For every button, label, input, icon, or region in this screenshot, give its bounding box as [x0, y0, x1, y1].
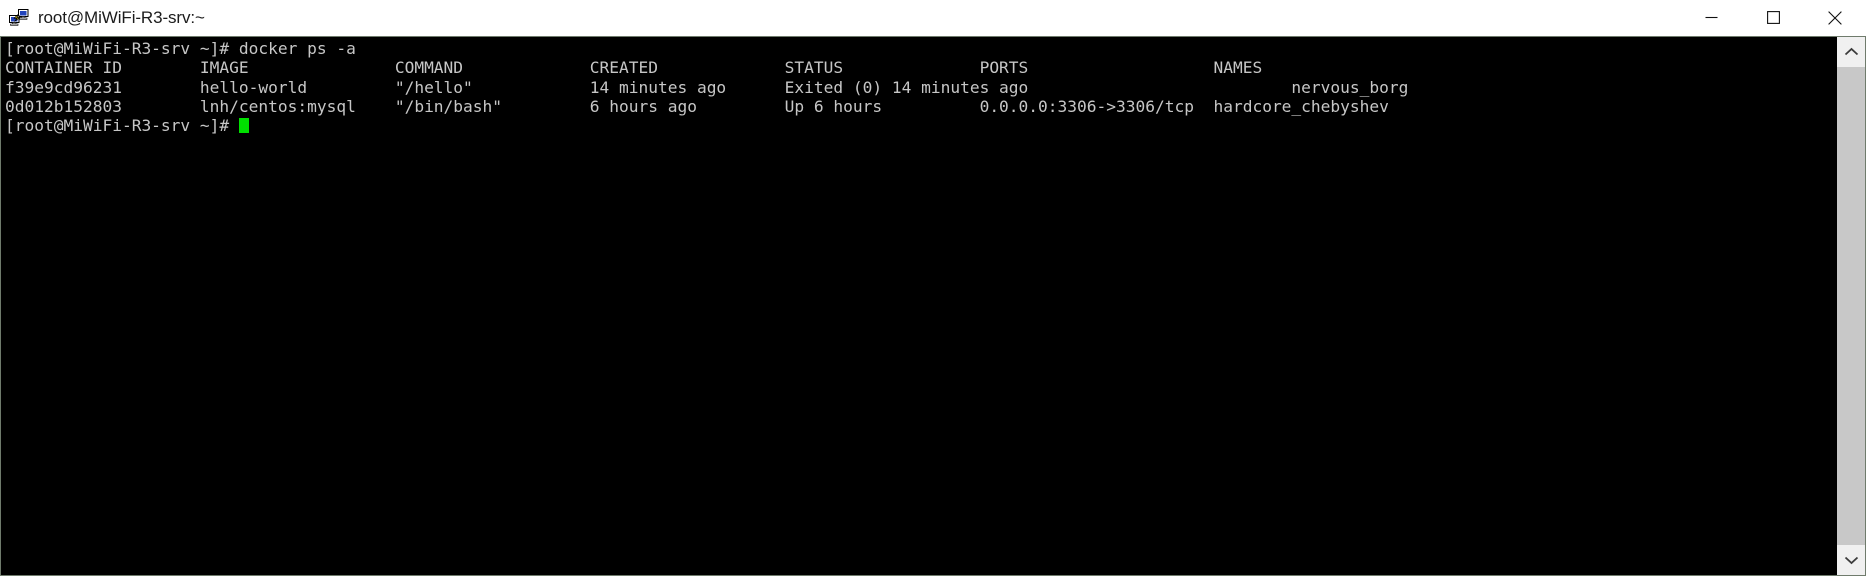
maximize-button[interactable] [1742, 0, 1804, 36]
scrollbar-down-button[interactable] [1837, 545, 1865, 575]
terminal-scrollbar[interactable] [1836, 37, 1865, 575]
window-controls [1680, 0, 1866, 36]
putty-terminal-window: root@MiWiFi-R3-srv:~ [root@MiWiFi-R3-srv… [0, 0, 1866, 576]
putty-computers-icon [9, 8, 29, 27]
scrollbar-up-button[interactable] [1837, 37, 1865, 67]
title-bar[interactable]: root@MiWiFi-R3-srv:~ [0, 0, 1866, 36]
terminal-cursor [238, 118, 249, 134]
window-title: root@MiWiFi-R3-srv:~ [38, 7, 205, 27]
terminal-area: [root@MiWiFi-R3-srv ~]# docker ps -a CON… [0, 36, 1866, 576]
terminal-output: [root@MiWiFi-R3-srv ~]# docker ps -a CON… [5, 39, 1409, 136]
minimize-button[interactable] [1680, 0, 1742, 36]
title-bar-left: root@MiWiFi-R3-srv:~ [0, 8, 1680, 28]
scrollbar-thumb[interactable] [1837, 67, 1865, 545]
close-button[interactable] [1804, 0, 1866, 36]
terminal-screen[interactable]: [root@MiWiFi-R3-srv ~]# docker ps -a CON… [1, 37, 1836, 575]
